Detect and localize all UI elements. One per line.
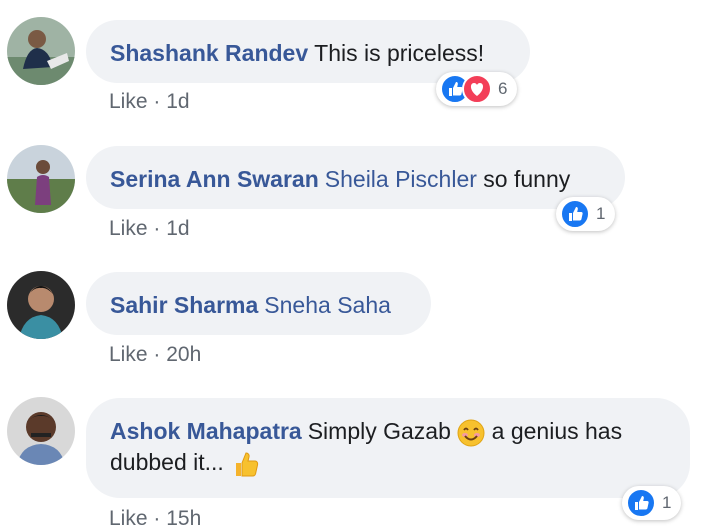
comment-text: This is priceless! xyxy=(314,40,485,66)
comment-author[interactable]: Sahir Sharma xyxy=(110,292,258,318)
smiling-face-icon xyxy=(457,419,485,447)
reaction-count: 1 xyxy=(596,204,606,223)
avatar[interactable] xyxy=(7,17,75,85)
love-icon xyxy=(462,74,492,104)
reactions-summary[interactable]: 6 xyxy=(436,72,518,106)
meta-separator: · xyxy=(153,217,161,240)
like-link[interactable]: Like xyxy=(109,343,148,366)
like-icon xyxy=(626,488,656,518)
like-link[interactable]: Like xyxy=(109,217,148,240)
comment-text-continued: a genius has xyxy=(491,418,623,444)
like-link[interactable]: Like xyxy=(109,90,148,113)
avatar[interactable] xyxy=(7,271,75,339)
reaction-count: 6 xyxy=(498,79,508,98)
like-icon xyxy=(560,199,590,229)
comment-meta: Like · 1d xyxy=(109,217,190,241)
avatar[interactable] xyxy=(7,145,75,213)
comment-text-line2: dubbed it... xyxy=(110,448,224,475)
comment-time[interactable]: 1d xyxy=(166,217,189,240)
comment-author[interactable]: Ashok Mahapatra xyxy=(110,418,302,444)
like-link[interactable]: Like xyxy=(109,507,148,530)
comment-time[interactable]: 20h xyxy=(166,343,201,366)
comment-time[interactable]: 1d xyxy=(166,90,189,113)
mention-link[interactable]: Sheila Pischler xyxy=(325,166,477,192)
thumbs-up-emoji-icon xyxy=(236,452,259,477)
comment-author[interactable]: Shashank Randev xyxy=(110,40,308,66)
comment-meta: Like · 20h xyxy=(109,343,201,367)
meta-separator: · xyxy=(153,507,161,530)
comment-text: Simply Gazab xyxy=(307,418,451,444)
comment-author[interactable]: Serina Ann Swaran xyxy=(110,166,319,192)
comment-bubble: Serina Ann Swaran Sheila Pischler so funn… xyxy=(86,146,625,209)
avatar[interactable] xyxy=(7,397,75,465)
reactions-summary[interactable]: 1 xyxy=(556,197,616,231)
comment-meta: Like · 1d xyxy=(109,90,190,114)
comment-bubble: Sahir Sharma Sneha Saha xyxy=(86,272,431,335)
meta-separator: · xyxy=(153,90,161,113)
comment-time[interactable]: 15h xyxy=(166,507,201,530)
comment-text: so funny xyxy=(483,166,571,192)
reaction-count: 1 xyxy=(662,493,672,512)
meta-separator: · xyxy=(153,343,161,366)
mention-link[interactable]: Sneha Saha xyxy=(264,292,391,318)
comment-bubble: Ashok Mahapatra Simply Gazab a genius has… xyxy=(86,398,690,498)
reactions-summary[interactable]: 1 xyxy=(622,486,682,520)
comment-meta: Like · 15h xyxy=(109,507,201,531)
